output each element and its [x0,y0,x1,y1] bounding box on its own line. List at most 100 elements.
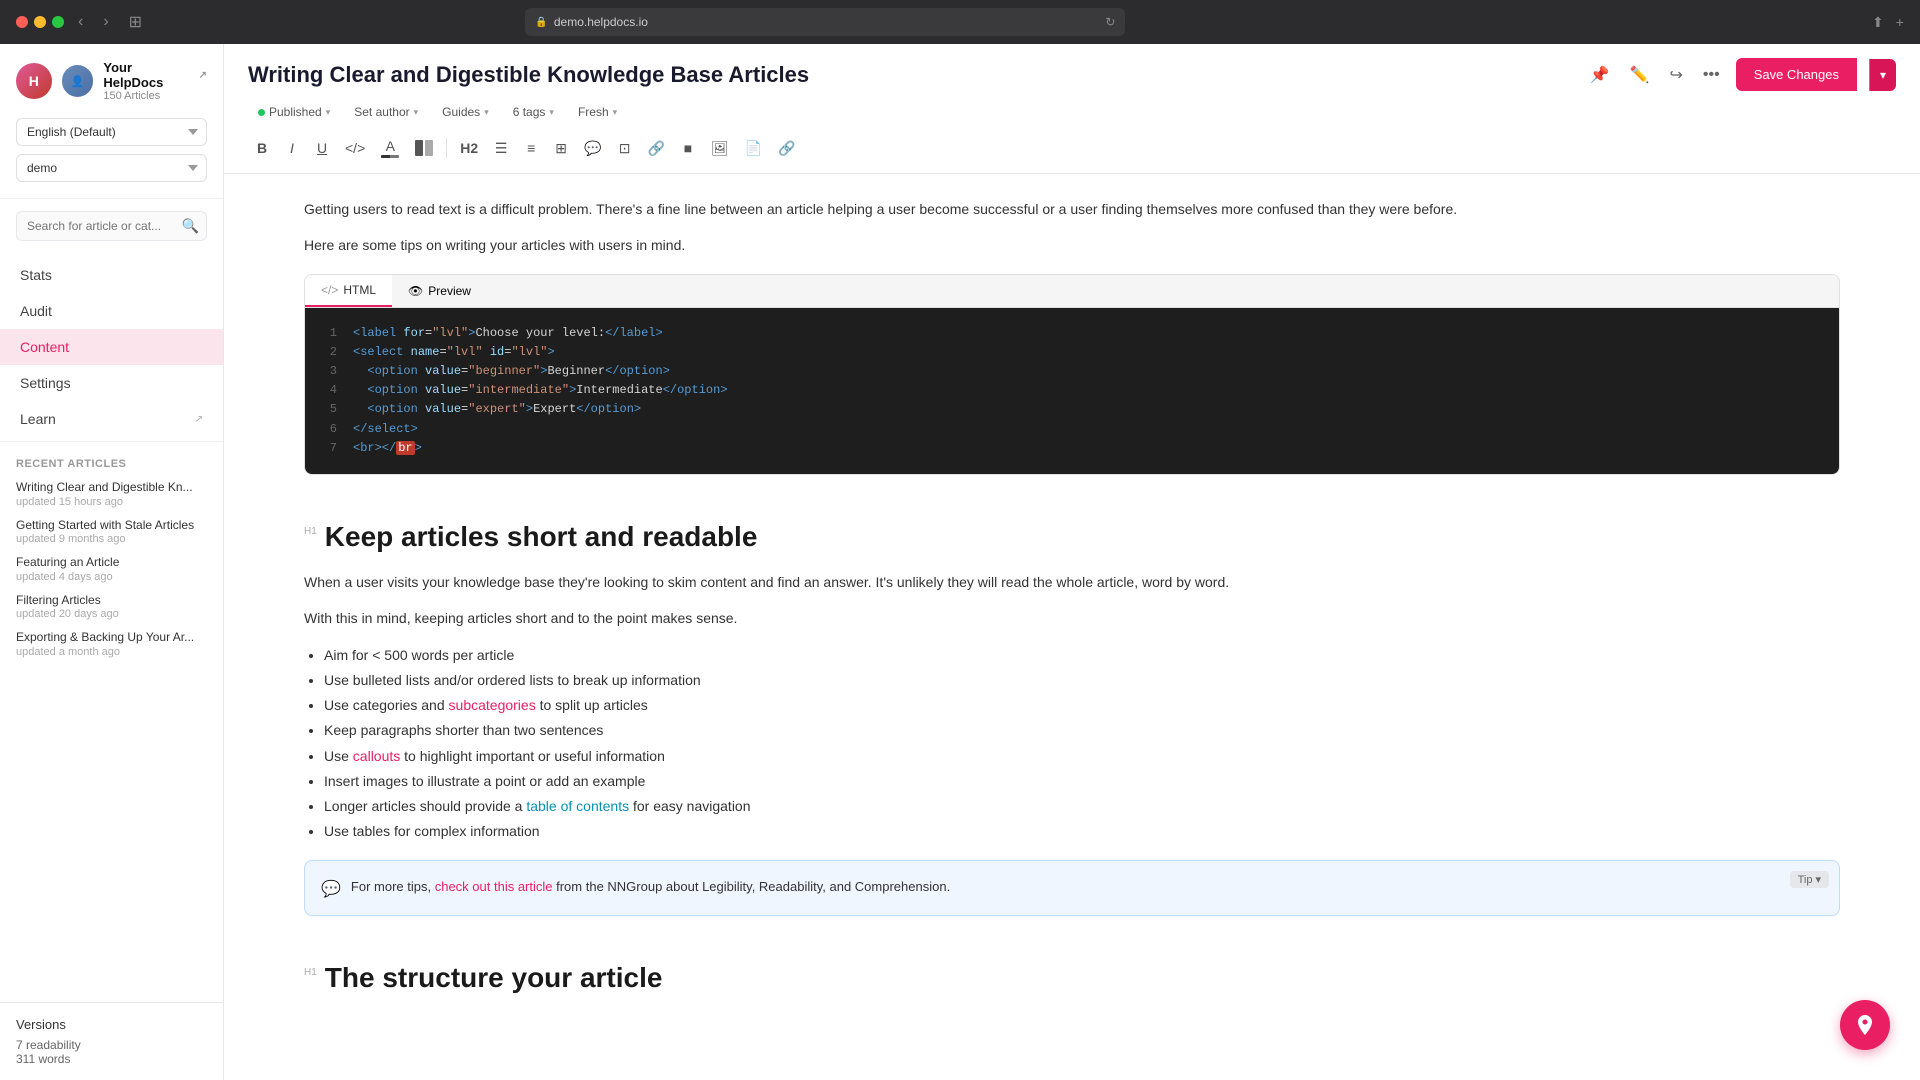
external-link-icon: ↗ [199,70,207,81]
sidebar-item-learn[interactable]: Learn ↗ [0,401,223,437]
brand-avatar: H [16,63,52,99]
tags-button[interactable]: 6 tags ▾ [503,101,564,123]
color-blocks-button[interactable] [408,135,440,161]
code-area: 1 <label for="lvl">Choose your level:</l… [305,308,1839,474]
fresh-button[interactable]: Fresh ▾ [568,101,627,123]
italic-button[interactable]: I [278,135,306,161]
format-toolbar: B I U </> A H2 ☰ [248,133,1896,173]
add-tab-icon[interactable]: + [1896,14,1904,30]
heading2-button[interactable]: H2 [453,135,485,161]
link-button[interactable]: 🔗 [641,135,672,162]
user-avatar: 👤 [62,65,94,97]
lock-icon: 🔒 [535,17,547,28]
preview-tab[interactable]: 👁 Preview [392,275,487,307]
color-picker-icon: A [381,138,399,158]
code-line-3: 3 <option value="beginner">Beginner</opt… [321,362,1823,381]
back-button[interactable]: ‹ [72,11,89,33]
edit-icon[interactable]: ✏️ [1626,61,1654,89]
recent-article-3[interactable]: Featuring an Article updated 4 days ago [16,555,207,583]
search-box: 🔍 [16,211,207,241]
recent-article-2[interactable]: Getting Started with Stale Articles upda… [16,518,207,546]
ordered-list-button[interactable]: ≡ [517,135,545,161]
html-tab[interactable]: </> HTML [305,275,392,307]
code-button[interactable]: </> [338,135,372,161]
main-editor: Writing Clear and Digestible Knowledge B… [224,44,1920,1080]
published-status-button[interactable]: Published ▾ [248,101,340,123]
h1-keep-heading[interactable]: Keep articles short and readable [325,519,758,555]
image-button[interactable]: 🖼 [704,135,736,162]
tip-text: For more tips, check out this article fr… [351,877,1823,898]
highlight-button[interactable]: A [374,133,406,163]
sidebar-item-settings[interactable]: Settings [0,365,223,401]
quote-button[interactable]: 💬 [577,135,608,162]
code-line-5: 5 <option value="expert">Expert</option> [321,400,1823,419]
h1-structure-label: H1 [304,967,317,978]
file-button[interactable]: 📄 [738,135,769,162]
floating-action-button[interactable] [1840,1000,1890,1050]
h1-keep-block: H1 Keep articles short and readable [304,491,1840,571]
title-actions: 📌 ✏️ ↪ ••• Save Changes ▾ [1586,58,1896,91]
tip-label-dropdown[interactable]: Tip ▾ [1790,871,1829,888]
callouts-link[interactable]: callouts [353,748,400,764]
guides-button[interactable]: Guides ▾ [432,101,499,123]
article-title-row: Writing Clear and Digestible Knowledge B… [248,44,1896,101]
callout-button[interactable]: ⊡ [611,135,639,162]
subcategories-link[interactable]: subcategories [449,697,536,713]
code-line-4: 4 <option value="intermediate">Intermedi… [321,381,1823,400]
set-author-button[interactable]: Set author ▾ [344,101,428,123]
forward-button[interactable]: › [97,11,114,33]
article-title[interactable]: Writing Clear and Digestible Knowledge B… [248,62,1586,88]
title-bar: ‹ › ⊞ 🔒 demo.helpdocs.io ↻ ⬆ + [0,0,1920,44]
more-options-icon[interactable]: ••• [1699,62,1724,88]
search-button[interactable]: 🔍 [182,218,199,235]
sidebar-item-content[interactable]: Content [0,329,223,365]
sidebar: H 👤 Your HelpDocs ↗ 150 Articles English… [0,44,224,1080]
toc-link[interactable]: table of contents [526,798,629,814]
recent-articles-panel: Recent Articles Writing Clear and Digest… [0,441,223,1002]
sidebar-toggle-button[interactable]: ⊞ [123,10,148,34]
pin-icon[interactable]: 📌 [1586,61,1614,89]
bullet-item-3: Use categories and subcategories to spli… [324,693,1840,718]
project-select[interactable]: demo [16,154,207,182]
reload-button[interactable]: ↻ [1105,15,1115,29]
brand-section: H 👤 Your HelpDocs ↗ 150 Articles [16,60,207,102]
tip-caret: ▾ [1815,873,1821,886]
block-button[interactable]: ■ [674,135,702,161]
bold-button[interactable]: B [248,135,276,161]
code-embed-block: </> HTML 👁 Preview 1 <label for="lvl">Ch… [304,274,1840,475]
editor-content-area[interactable]: Getting users to read text is a difficul… [224,174,1920,1080]
language-select[interactable]: English (Default) [16,118,207,146]
minimize-button[interactable] [34,16,46,28]
url-bar[interactable]: 🔒 demo.helpdocs.io ↻ [525,8,1125,36]
check-out-link[interactable]: check out this article [435,879,553,894]
h1-structure-heading[interactable]: The structure your article [325,960,663,996]
maximize-button[interactable] [52,16,64,28]
sidebar-item-audit[interactable]: Audit [0,293,223,329]
sidebar-item-stats[interactable]: Stats [0,257,223,293]
bullet-item-2: Use bulleted lists and/or ordered lists … [324,668,1840,693]
search-input[interactable] [16,211,207,241]
recent-article-4[interactable]: Filtering Articles updated 20 days ago [16,593,207,621]
preview-tab-icon: 👁 [408,284,423,298]
code-line-6: 6 </select> [321,420,1823,439]
share-icon[interactable]: ⬆ [1872,14,1884,31]
embed-button[interactable]: 🔗 [771,135,802,162]
published-label: Published [269,105,322,119]
intro-paragraph-2: Here are some tips on writing your artic… [304,234,1840,258]
toolbar-divider-1 [446,138,447,158]
editor-meta-row: Published ▾ Set author ▾ Guides ▾ 6 tags… [248,101,1896,133]
h1-structure-block: H1 The structure your article [304,932,1840,1012]
underline-button[interactable]: U [308,135,336,161]
recent-article-5[interactable]: Exporting & Backing Up Your Ar... update… [16,630,207,658]
save-dropdown-button[interactable]: ▾ [1869,59,1896,91]
bullet-item-6: Insert images to illustrate a point or a… [324,769,1840,794]
close-button[interactable] [16,16,28,28]
para-1: When a user visits your knowledge base t… [304,571,1840,595]
versions-panel: Versions 7 readability 311 words [0,1002,223,1080]
share-icon[interactable]: ↪ [1665,61,1686,89]
recent-article-1[interactable]: Writing Clear and Digestible Kn... updat… [16,480,207,508]
sidebar-nav: Stats Audit Content Settings Learn ↗ [0,253,223,441]
bullet-list-button[interactable]: ☰ [487,135,515,162]
save-changes-button[interactable]: Save Changes [1736,58,1857,91]
table-button[interactable]: ⊞ [547,135,575,162]
